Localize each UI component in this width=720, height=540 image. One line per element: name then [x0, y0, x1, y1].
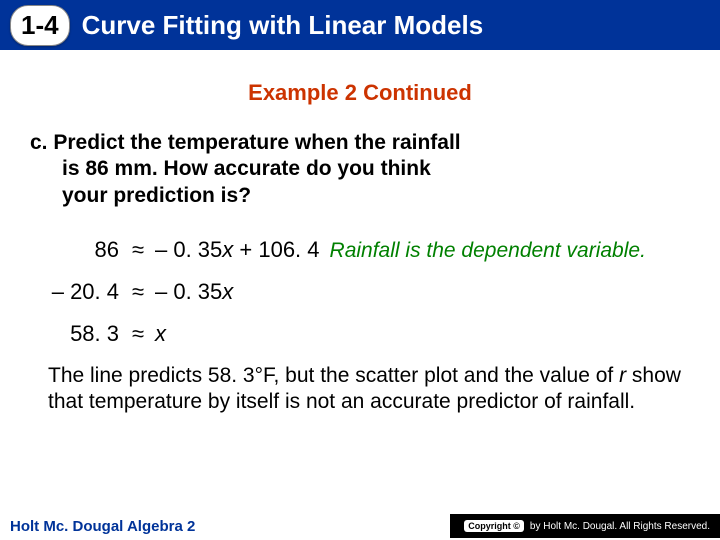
work-step-2: – 20. 4 ≈ – 0. 35x — [30, 279, 690, 305]
work1-coef: – 0. 35 — [155, 237, 222, 262]
work1-note: Rainfall is the dependent variable. — [330, 239, 646, 263]
question-line3: your prediction is? — [30, 183, 690, 209]
work2-approx: ≈ — [125, 279, 151, 305]
footer-copyright: Copyright © by Holt Mc. Dougal. All Righ… — [450, 514, 720, 538]
example-heading: Example 2 Continued — [30, 80, 690, 106]
work1-rhs: – 0. 35x + 106. 4 — [151, 237, 320, 263]
work1-lhs: 86 — [30, 237, 125, 263]
lesson-number-badge: 1-4 — [10, 5, 70, 46]
question-line2: is 86 mm. How accurate do you think — [30, 156, 690, 182]
header-bar: 1-4 Curve Fitting with Linear Models — [0, 0, 720, 50]
question-text: c. Predict the temperature when the rain… — [30, 130, 690, 209]
slide-content: Example 2 Continued c. Predict the tempe… — [0, 50, 720, 415]
footer: Holt Mc. Dougal Algebra 2 Copyright © by… — [0, 512, 720, 540]
work1-x: x — [222, 237, 233, 262]
work3-lhs: 58. 3 — [30, 321, 125, 347]
work-step-3: 58. 3 ≈ x — [30, 321, 690, 347]
work2-x: x — [222, 279, 233, 304]
question-label: c. — [30, 131, 48, 154]
work1-const: + 106. 4 — [233, 237, 319, 262]
copyright-badge: Copyright © — [464, 520, 524, 532]
work3-approx: ≈ — [125, 321, 151, 347]
work2-lhs: – 20. 4 — [30, 279, 125, 305]
work-step-1: 86 ≈ – 0. 35x + 106. 4 Rainfall is the d… — [30, 237, 690, 263]
footer-textbook: Holt Mc. Dougal Algebra 2 — [0, 518, 195, 535]
copyright-text: by Holt Mc. Dougal. All Rights Reserved. — [530, 521, 710, 532]
conclusion-text: The line predicts 58. 3°F, but the scatt… — [48, 363, 708, 416]
work2-coef: – 0. 35 — [155, 279, 222, 304]
conclusion-part-a: The line predicts 58. 3°F, but the scatt… — [48, 364, 619, 387]
question-line1: Predict the temperature when the rainfal… — [53, 131, 460, 154]
work2-rhs: – 0. 35x — [151, 279, 233, 305]
work3-rhs: x — [151, 321, 166, 347]
work1-approx: ≈ — [125, 237, 151, 263]
lesson-title: Curve Fitting with Linear Models — [82, 10, 484, 41]
